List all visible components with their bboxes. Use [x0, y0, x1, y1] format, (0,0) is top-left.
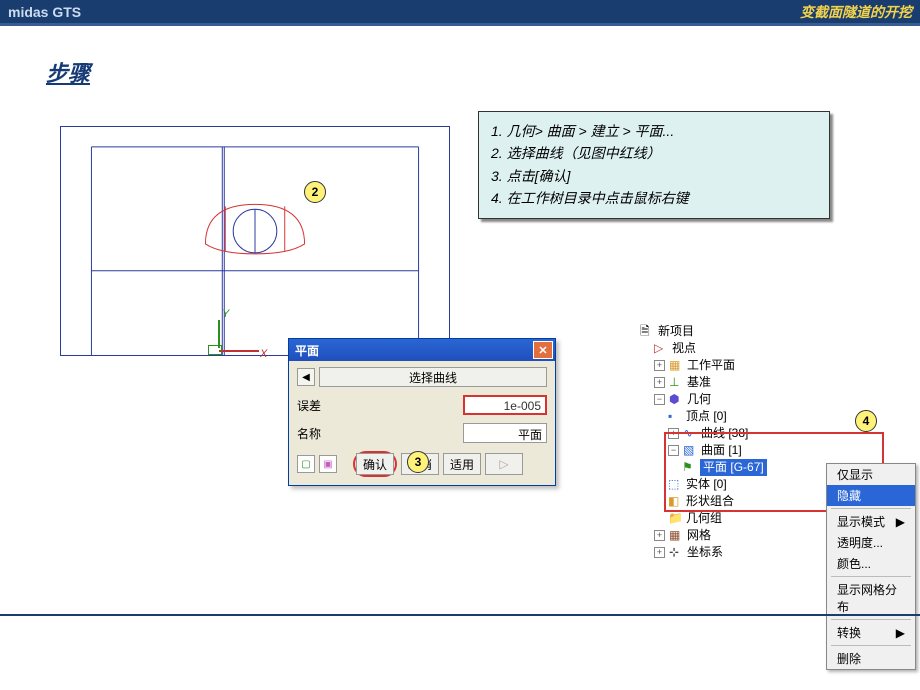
menu-separator — [831, 576, 911, 577]
menu-show-mesh[interactable]: 显示网格分布 — [827, 579, 915, 617]
axis-x-label: X — [260, 348, 267, 360]
collapse-icon[interactable]: − — [654, 394, 665, 405]
axis-icon: ⊥ — [669, 374, 683, 391]
section-heading: 步骤 — [46, 56, 90, 88]
instruction-box: 1. 几何> 曲面 > 建立 > 平面... 2. 选择曲线（见图中红线） 3.… — [478, 111, 830, 219]
mesh-icon: ▦ — [669, 527, 683, 544]
tree-workplane[interactable]: + ▦ 工作平面 — [640, 357, 767, 374]
tree-geometry[interactable]: − ⬢ 几何 — [640, 391, 767, 408]
apply-button[interactable]: 适用 — [443, 453, 481, 475]
axis-origin — [208, 345, 222, 355]
name-input[interactable]: 平面 — [463, 423, 547, 443]
menu-transparency[interactable]: 透明度... — [827, 532, 915, 553]
chevron-right-icon: ▶ — [896, 626, 905, 640]
menu-only-show[interactable]: 仅显示 — [827, 464, 915, 485]
option-icon-2[interactable]: ▣ — [319, 455, 337, 473]
ok-highlight: 确认 — [353, 451, 397, 477]
menu-separator — [831, 645, 911, 646]
slide-title: 变截面隧道的开挖 — [800, 2, 912, 22]
tree-root[interactable]: 🗎 新项目 — [640, 323, 767, 340]
tree-mesh[interactable]: + ▦ 网格 — [640, 527, 767, 544]
footer-divider — [0, 614, 920, 616]
dialog-title: 平面 — [295, 342, 319, 359]
callout-3: 3 — [407, 451, 429, 473]
instruction-4: 4. 在工作树目录中点击鼠标右键 — [491, 187, 817, 209]
option-icon-1[interactable]: ▢ — [297, 455, 315, 473]
next-button[interactable]: ▷ — [485, 453, 523, 475]
instruction-2: 2. 选择曲线（见图中红线） — [491, 142, 817, 164]
grid-icon: ▦ — [669, 357, 683, 374]
folder-icon: 📁 — [668, 510, 682, 527]
expand-icon[interactable]: + — [654, 360, 665, 371]
ok-button[interactable]: 确认 — [356, 453, 394, 475]
tree-viewpoint[interactable]: ▷ 视点 — [640, 340, 767, 357]
menu-hide[interactable]: 隐藏 — [827, 485, 915, 506]
instruction-3: 3. 点击[确认] — [491, 165, 817, 187]
select-curve-button[interactable]: 选择曲线 — [319, 367, 547, 387]
callout-2: 2 — [304, 181, 326, 203]
coord-icon: ⊹ — [669, 544, 683, 561]
instruction-1: 1. 几何> 曲面 > 建立 > 平面... — [491, 120, 817, 142]
expand-icon[interactable]: + — [654, 530, 665, 541]
menu-separator — [831, 619, 911, 620]
expand-icon[interactable]: + — [654, 547, 665, 558]
tree-vertex[interactable]: ▪ 顶点 [0] — [640, 408, 767, 425]
tree-datum[interactable]: + ⊥ 基准 — [640, 374, 767, 391]
dialog-titlebar[interactable]: 平面 ✕ — [289, 339, 555, 361]
menu-delete[interactable]: 删除 — [827, 648, 915, 669]
axis-y — [218, 320, 220, 348]
menu-separator — [831, 508, 911, 509]
tree-coord[interactable]: + ⊹ 坐标系 — [640, 544, 767, 561]
chevron-right-icon: ▶ — [896, 515, 905, 529]
menu-transform[interactable]: 转换▶ — [827, 622, 915, 643]
vertex-icon: ▪ — [668, 408, 682, 425]
expand-icon[interactable]: + — [654, 377, 665, 388]
title-bar: midas GTS 变截面隧道的开挖 — [0, 0, 920, 26]
doc-icon: 🗎 — [640, 323, 654, 340]
geometry-svg — [61, 127, 449, 355]
geometry-icon: ⬢ — [669, 391, 683, 408]
tolerance-label: 误差 — [297, 397, 355, 414]
axis-y-label: Y — [222, 308, 229, 320]
geometry-viewport — [60, 126, 450, 356]
tree-geogroup[interactable]: 📁 几何组 — [640, 510, 767, 527]
callout-4: 4 — [855, 410, 877, 432]
axis-x — [219, 350, 259, 352]
menu-color[interactable]: 颜色... — [827, 553, 915, 574]
prev-selection-button[interactable]: ◀ — [297, 368, 315, 386]
close-icon[interactable]: ✕ — [533, 341, 553, 359]
viewpoint-icon: ▷ — [654, 340, 668, 357]
context-menu: 仅显示 隐藏 显示模式▶ 透明度... 颜色... 显示网格分布 转换▶ 删除 — [826, 463, 916, 670]
app-title: midas GTS — [8, 4, 81, 20]
menu-display-mode[interactable]: 显示模式▶ — [827, 511, 915, 532]
name-label: 名称 — [297, 425, 355, 442]
tolerance-input[interactable]: 1e-005 — [463, 395, 547, 415]
